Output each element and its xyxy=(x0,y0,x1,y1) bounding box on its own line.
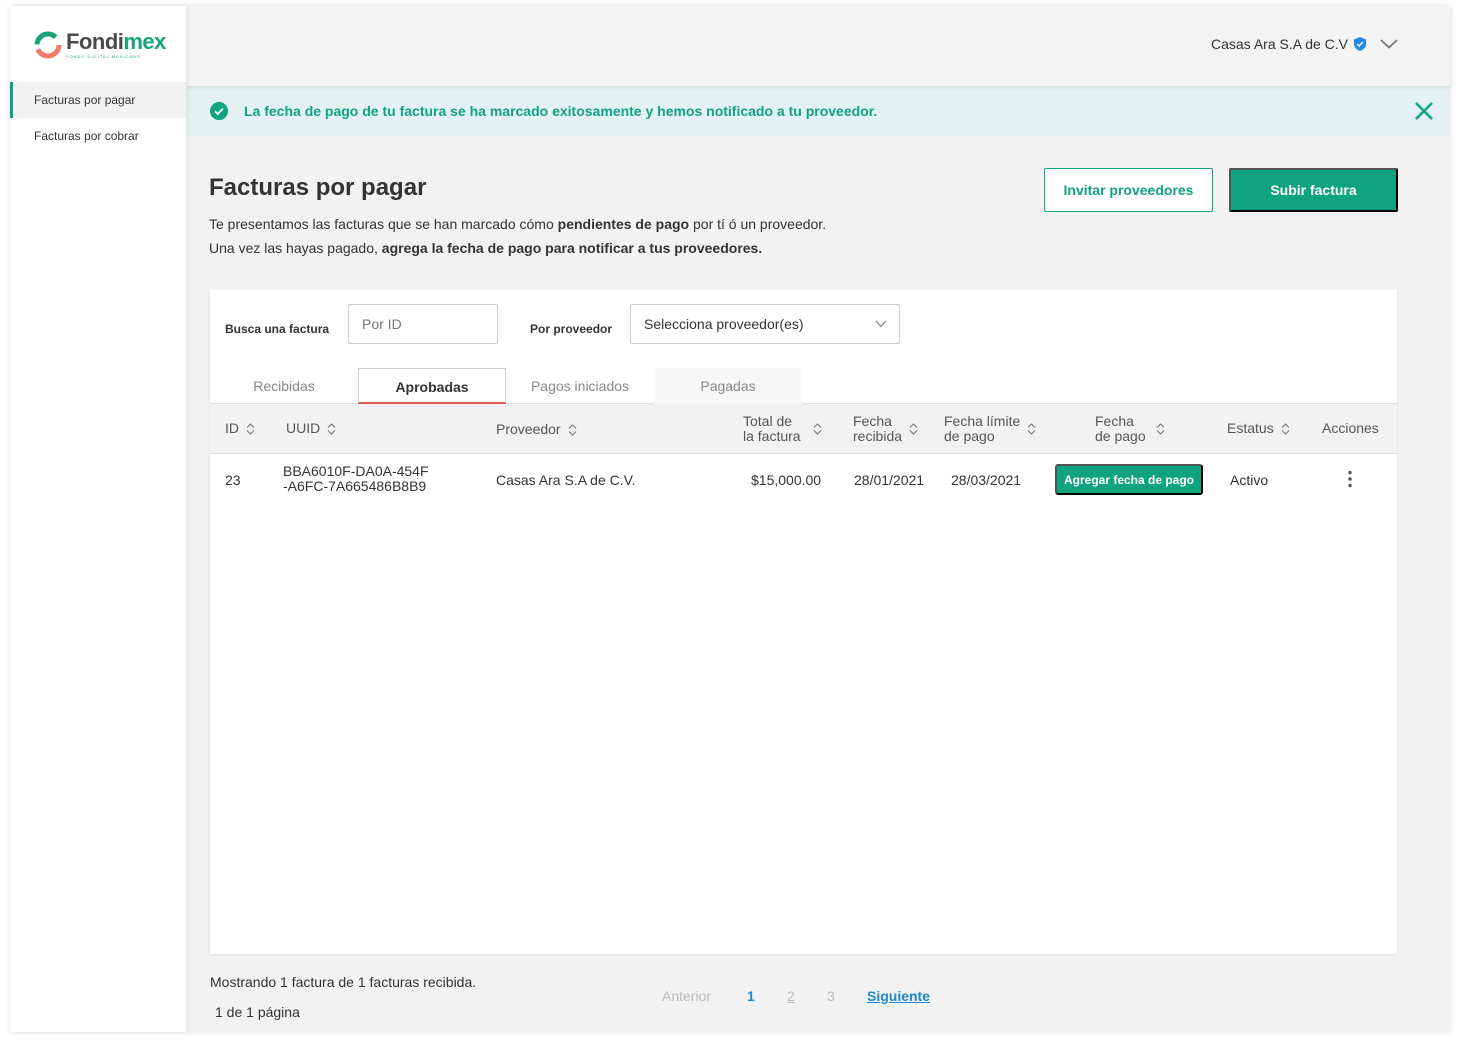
column-header-proveedor[interactable]: Proveedor xyxy=(496,422,577,437)
desc-line2-b: agrega la fecha de pago para notificar a… xyxy=(381,240,763,256)
account-menu[interactable]: Casas Ara S.A de C.V xyxy=(1211,36,1398,52)
check-circle-icon xyxy=(210,102,228,120)
column-label-fecha-limite: Fecha límite de pago xyxy=(944,414,1020,444)
table-row: 23 BBA6010F-DA0A-454F -A6FC-7A665486B8B9 … xyxy=(210,454,1397,504)
results-summary: Mostrando 1 factura de 1 facturas recibi… xyxy=(210,974,477,990)
cell-uuid-line2: -A6FC-7A665486B8B9 xyxy=(283,478,427,494)
column-header-estatus[interactable]: Estatus xyxy=(1227,421,1290,436)
sort-icon xyxy=(1281,422,1290,435)
column-header-id[interactable]: ID xyxy=(225,421,255,436)
tab-aprobadas[interactable]: Aprobadas xyxy=(358,368,506,404)
app-window: Fondimex FONDO DIGITAL MEXICANO Facturas… xyxy=(10,6,1450,1032)
column-header-fecha-recibida[interactable]: Fecha recibida xyxy=(853,414,918,444)
column-header-fecha-pago[interactable]: Fecha de pago xyxy=(1095,414,1165,444)
desc-line2-a: Una vez las hayas pagado, xyxy=(209,240,378,256)
sort-icon xyxy=(327,422,336,435)
search-label: Busca una factura xyxy=(225,322,330,336)
pagination-next[interactable]: Siguiente xyxy=(867,988,930,1004)
invite-providers-button[interactable]: Invitar proveedores xyxy=(1044,168,1213,212)
column-label-acciones: Acciones xyxy=(1322,420,1379,436)
desc-line1-c: por tí ó un proveedor. xyxy=(693,216,827,232)
sidebar-nav: Facturas por pagar Facturas por cobrar xyxy=(10,82,186,154)
add-payment-date-button[interactable]: Agregar fecha de pago xyxy=(1055,464,1203,495)
column-label-id: ID xyxy=(225,420,239,436)
sort-icon xyxy=(246,422,255,435)
page-info: 1 de 1 página xyxy=(215,1004,300,1020)
chevron-down-icon xyxy=(875,320,887,328)
top-bar: Casas Ara S.A de C.V xyxy=(186,6,1450,86)
provider-select-value: Selecciona proveedor(es) xyxy=(644,316,804,332)
column-header-total[interactable]: Total de la factura xyxy=(743,414,822,444)
cell-fecha-limite: 28/03/2021 xyxy=(951,472,1022,488)
status-tabs: Recibidas Aprobadas Pagos iniciados Paga… xyxy=(210,368,1397,404)
desc-line1-a: Te presentamos las facturas que se han m… xyxy=(209,216,554,232)
column-label-recibida-2: recibida xyxy=(853,428,903,444)
page-title: Facturas por pagar xyxy=(209,174,426,202)
page-description: Te presentamos las facturas que se han m… xyxy=(209,212,826,260)
column-header-fecha-limite[interactable]: Fecha límite de pago xyxy=(944,414,1036,444)
column-label-total: Total de la factura xyxy=(743,414,801,444)
brand-name-part2: mex xyxy=(123,29,166,54)
sort-icon xyxy=(1156,423,1164,435)
sidebar-item-facturas-por-cobrar[interactable]: Facturas por cobrar xyxy=(10,118,186,154)
tab-pagos-iniciados[interactable]: Pagos iniciados xyxy=(506,368,654,404)
column-label-estatus: Estatus xyxy=(1227,420,1274,436)
sort-icon xyxy=(813,423,821,435)
close-icon[interactable] xyxy=(1414,101,1434,121)
sort-icon xyxy=(909,423,918,435)
table-header: ID UUID Proveedor Total de la factura Fec… xyxy=(210,404,1397,454)
provider-filter-label: Por proveedor xyxy=(530,322,613,336)
alert-message: La fecha de pago de tu factura se ha mar… xyxy=(244,103,878,119)
brand-name: Fondimex xyxy=(66,30,166,54)
brand-name-part1: Fondi xyxy=(66,29,124,54)
column-label-limite-2: de pago xyxy=(944,428,995,444)
provider-select[interactable]: Selecciona proveedor(es) xyxy=(630,304,900,344)
column-label-fecha-pago: Fecha de pago xyxy=(1095,414,1146,444)
brand-logo[interactable]: Fondimex FONDO DIGITAL MEXICANO xyxy=(34,30,166,59)
column-label-total-2: la factura xyxy=(743,428,801,444)
column-header-acciones: Acciones xyxy=(1322,421,1379,436)
column-label-uuid: UUID xyxy=(286,420,321,436)
cell-fecha-recibida: 28/01/2021 xyxy=(854,472,925,488)
sort-icon xyxy=(1027,423,1036,435)
pagination-previous[interactable]: Anterior xyxy=(662,988,711,1004)
cell-id: 23 xyxy=(225,472,241,488)
column-header-uuid[interactable]: UUID xyxy=(286,421,336,436)
more-vertical-icon[interactable] xyxy=(1346,470,1354,488)
cell-uuid: BBA6010F-DA0A-454F -A6FC-7A665486B8B9 xyxy=(283,464,429,494)
tab-recibidas[interactable]: Recibidas xyxy=(230,368,338,404)
column-label-pago-1: Fecha xyxy=(1095,413,1134,429)
brand-tagline: FONDO DIGITAL MEXICANO xyxy=(66,54,142,59)
column-label-limite-1: Fecha límite xyxy=(944,413,1021,429)
column-label-pago-2: de pago xyxy=(1095,428,1146,444)
cell-proveedor: Casas Ara S.A de C.V. xyxy=(496,472,636,488)
cell-total: $15,000.00 xyxy=(751,472,822,488)
column-label-total-1: Total de xyxy=(743,413,793,429)
success-alert: La fecha de pago de tu factura se ha mar… xyxy=(186,86,1450,136)
upload-invoice-button[interactable]: Subir factura xyxy=(1229,168,1398,212)
sidebar: Fondimex FONDO DIGITAL MEXICANO Facturas… xyxy=(10,6,186,1032)
column-label-recibida-1: Fecha xyxy=(853,413,892,429)
sidebar-item-facturas-por-pagar[interactable]: Facturas por pagar xyxy=(10,82,186,118)
pagination-page-3[interactable]: 3 xyxy=(827,988,835,1004)
tab-pagadas[interactable]: Pagadas xyxy=(654,368,802,404)
pagination-page-2[interactable]: 2 xyxy=(787,988,795,1004)
sort-icon xyxy=(568,423,576,436)
pagination-page-1[interactable]: 1 xyxy=(747,988,755,1004)
account-name: Casas Ara S.A de C.V xyxy=(1211,36,1348,52)
page-title-bold: por pagar xyxy=(315,174,427,201)
invoices-card: Busca una factura Por proveedor Seleccio… xyxy=(210,290,1397,954)
page-title-regular: Facturas xyxy=(209,174,310,201)
shield-check-icon xyxy=(1354,37,1366,51)
search-input[interactable] xyxy=(348,304,498,344)
cell-estatus: Activo xyxy=(1230,472,1269,488)
cell-uuid-line1: BBA6010F-DA0A-454F xyxy=(283,463,429,479)
desc-line1-b: pendientes de pago xyxy=(557,216,690,232)
column-label-proveedor: Proveedor xyxy=(496,421,561,437)
column-label-fecha-recibida: Fecha recibida xyxy=(853,414,902,444)
fondimex-logo-icon xyxy=(34,31,62,59)
chevron-down-icon[interactable] xyxy=(1380,39,1398,49)
